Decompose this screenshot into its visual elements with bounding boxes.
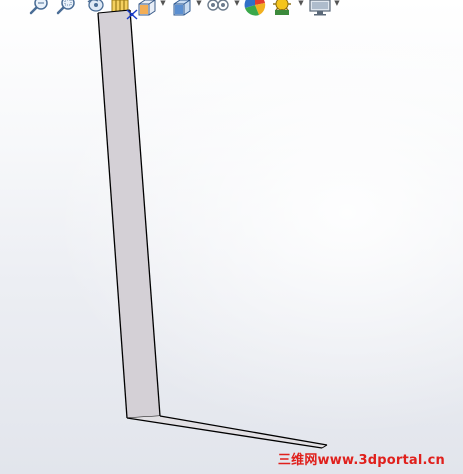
base-flange-front-edge xyxy=(126,417,323,449)
sheet-metal-part[interactable] xyxy=(0,0,463,474)
flange-face[interactable] xyxy=(98,10,160,418)
base-flange-back-edge xyxy=(159,415,328,446)
base-flange-face[interactable] xyxy=(127,416,327,448)
graphics-area[interactable]: ▼ ▼ ▼ ▼ ▼ 三维网www.3dportal.cn xyxy=(0,0,463,474)
watermark: 三维网www.3dportal.cn xyxy=(277,453,445,468)
